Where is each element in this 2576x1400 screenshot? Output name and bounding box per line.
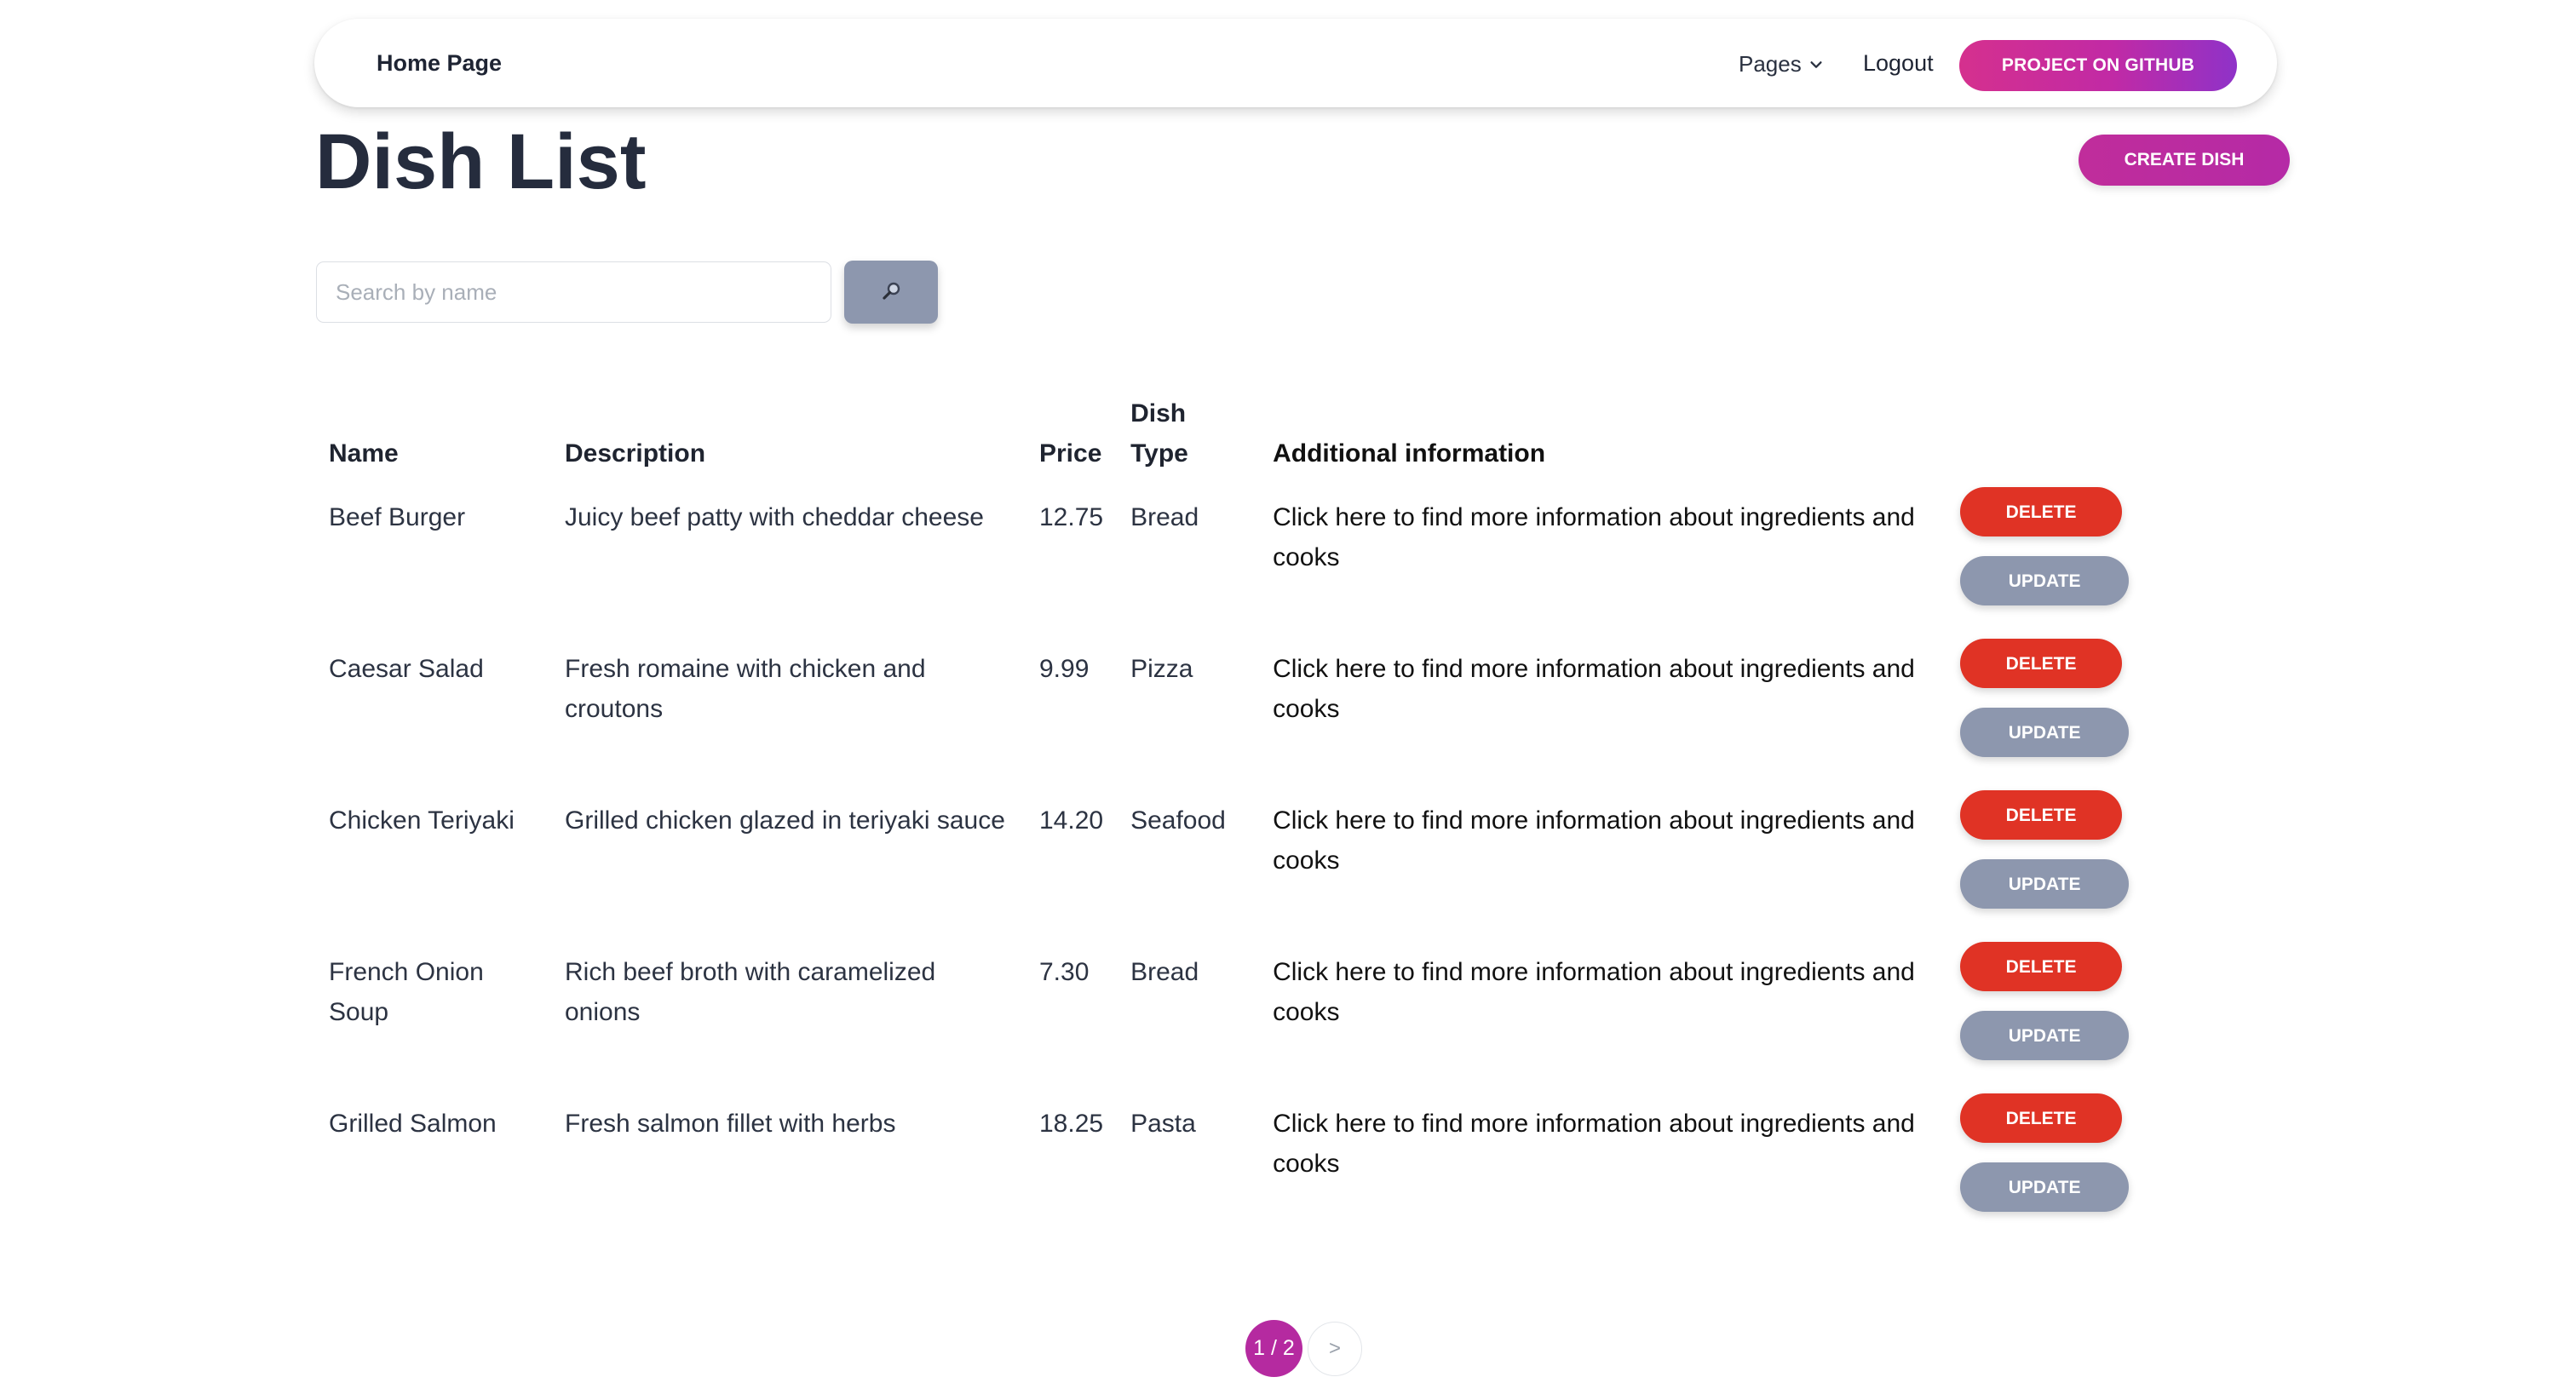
row-actions: DELETE UPDATE [1944, 942, 2165, 1093]
nav-pages-label: Pages [1739, 51, 1802, 77]
table-row: Caesar Salad Fresh romaine with chicken … [315, 639, 2165, 790]
row-actions: DELETE UPDATE [1944, 790, 2165, 942]
project-on-github-button[interactable]: PROJECT ON GITHUB [1959, 40, 2237, 91]
additional-info-link[interactable]: Click here to find more information abou… [1259, 1093, 1944, 1245]
update-button[interactable]: UPDATE [1960, 556, 2130, 605]
magnifier-icon [883, 282, 900, 300]
top-navbar: Home Page Pages Logout PROJECT ON GITHUB [314, 19, 2277, 107]
pagination-current-page: 1 / 2 [1245, 1320, 1302, 1377]
search-input[interactable] [316, 261, 831, 323]
dish-name: Grilled Salmon [329, 1110, 497, 1138]
dish-price: 12.75 [1039, 503, 1104, 531]
additional-info-link[interactable]: Click here to find more information abou… [1259, 487, 1944, 639]
table-row: Beef Burger Juicy beef patty with chedda… [315, 487, 2165, 639]
delete-button[interactable]: DELETE [1960, 942, 2123, 991]
additional-info-link[interactable]: Click here to find more information abou… [1259, 639, 1944, 790]
dish-name: Chicken Teriyaki [329, 806, 515, 835]
pagination-next-button[interactable]: > [1308, 1322, 1362, 1376]
dish-description: Fresh romaine with chicken and croutons [565, 655, 926, 723]
nav-home-link[interactable]: Home Page [377, 50, 502, 77]
table-row: Grilled Salmon Fresh salmon fillet with … [315, 1093, 2165, 1245]
dish-description: Rich beef broth with caramelized onions [565, 958, 936, 1026]
delete-button[interactable]: DELETE [1960, 790, 2123, 840]
dish-type: Pizza [1130, 655, 1193, 683]
additional-info-link[interactable]: Click here to find more information abou… [1259, 790, 1944, 942]
dish-price: 18.25 [1039, 1110, 1104, 1138]
dish-name: Beef Burger [329, 503, 466, 531]
dish-type: Pasta [1130, 1110, 1196, 1138]
search-button[interactable] [844, 261, 938, 324]
header-additional-info: Additional information [1273, 439, 1546, 468]
pagination: 1 / 2 > [1245, 1320, 1362, 1377]
table-header-row: Name Description Price Dish Type Additio… [315, 393, 2165, 487]
delete-button[interactable]: DELETE [1960, 1093, 2123, 1143]
header-price: Price [1039, 439, 1102, 468]
dish-price: 14.20 [1039, 806, 1104, 835]
dish-price: 9.99 [1039, 655, 1090, 683]
update-button[interactable]: UPDATE [1960, 708, 2130, 757]
dish-price: 7.30 [1039, 958, 1090, 986]
logout-link[interactable]: Logout [1863, 50, 1934, 77]
dish-table: Name Description Price Dish Type Additio… [315, 393, 2165, 1245]
create-dish-button[interactable]: CREATE DISH [2079, 135, 2290, 186]
chevron-down-icon [1810, 60, 1822, 68]
table-row: Chicken Teriyaki Grilled chicken glazed … [315, 790, 2165, 942]
header-name: Name [329, 439, 399, 468]
dish-name: French Onion Soup [329, 958, 484, 1026]
update-button[interactable]: UPDATE [1960, 1162, 2130, 1212]
row-actions: DELETE UPDATE [1944, 487, 2165, 639]
delete-button[interactable]: DELETE [1960, 639, 2123, 688]
additional-info-link[interactable]: Click here to find more information abou… [1259, 942, 1944, 1093]
dish-type: Bread [1130, 958, 1199, 986]
header-description: Description [565, 439, 706, 468]
header-actions [1944, 393, 2165, 487]
dish-description: Grilled chicken glazed in teriyaki sauce [565, 806, 1005, 835]
row-actions: DELETE UPDATE [1944, 639, 2165, 790]
header-dish-type: Dish Type [1130, 399, 1188, 468]
dish-name: Caesar Salad [329, 655, 484, 683]
page-title: Dish List [315, 118, 647, 205]
row-actions: DELETE UPDATE [1944, 1093, 2165, 1245]
dish-type: Seafood [1130, 806, 1226, 835]
dish-type: Bread [1130, 503, 1199, 531]
update-button[interactable]: UPDATE [1960, 1011, 2130, 1060]
delete-button[interactable]: DELETE [1960, 487, 2123, 536]
nav-pages-dropdown[interactable]: Pages [1739, 51, 1824, 77]
update-button[interactable]: UPDATE [1960, 859, 2130, 909]
dish-description: Fresh salmon fillet with herbs [565, 1110, 896, 1138]
dish-description: Juicy beef patty with cheddar cheese [565, 503, 984, 531]
table-row: French Onion Soup Rich beef broth with c… [315, 942, 2165, 1093]
